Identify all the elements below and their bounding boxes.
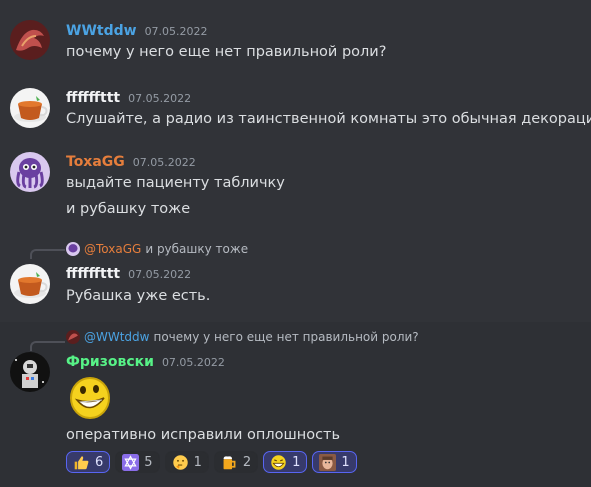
thinking-face-icon bbox=[172, 454, 189, 471]
avatar-wwtddw[interactable] bbox=[10, 20, 50, 60]
message-text: Слушайте, а радио из таинственной комнат… bbox=[66, 111, 591, 127]
reply-spine bbox=[30, 249, 65, 259]
timestamp: 07.05.2022 bbox=[132, 156, 196, 169]
author-name[interactable]: ffffffttt bbox=[66, 266, 120, 282]
reaction-count: 5 bbox=[144, 454, 153, 470]
reply-spine bbox=[30, 341, 65, 351]
reply-text: и рубашку тоже bbox=[145, 242, 249, 256]
message-text: почему у него еще нет правильной роли? bbox=[66, 44, 387, 60]
message-text: Рубашка уже есть. bbox=[66, 288, 211, 304]
reaction-count: 2 bbox=[242, 454, 252, 470]
laughing-face-icon bbox=[270, 454, 287, 471]
reply-mention[interactable]: @WWtddw bbox=[84, 330, 149, 344]
message-text: выдайте пациенту табличку bbox=[66, 175, 285, 191]
avatar-toxagg[interactable] bbox=[10, 152, 50, 192]
reply-reference[interactable]: @ToxaGG и рубашку тоже bbox=[66, 242, 248, 256]
reaction-laughing[interactable]: 1 bbox=[263, 451, 308, 473]
star-of-david-icon bbox=[122, 453, 140, 471]
mini-avatar-wwtddw bbox=[66, 330, 80, 344]
message-text: оперативно исправили оплошность bbox=[66, 427, 341, 443]
reactions-bar: 6 5 1 2 1 1 bbox=[66, 451, 357, 473]
message-text: и рубашку тоже bbox=[66, 201, 191, 217]
reply-reference[interactable]: @WWtddw почему у него еще нет правильной… bbox=[66, 330, 419, 344]
timestamp: 07.05.2022 bbox=[128, 268, 192, 281]
mini-avatar-toxagg bbox=[66, 242, 80, 256]
timestamp: 07.05.2022 bbox=[128, 92, 192, 105]
timestamp: 07.05.2022 bbox=[144, 25, 208, 38]
avatar-ffffffttt[interactable] bbox=[10, 264, 50, 304]
reply-text: почему у него еще нет правильной роли? bbox=[153, 330, 419, 344]
reaction-thinking[interactable]: 1 bbox=[164, 451, 209, 473]
reply-mention[interactable]: @ToxaGG bbox=[84, 242, 141, 256]
timestamp: 07.05.2022 bbox=[161, 356, 225, 369]
reaction-star-of-david[interactable]: 5 bbox=[115, 451, 160, 473]
beer-mug-icon bbox=[221, 454, 238, 471]
reaction-thumbs-up[interactable]: 6 bbox=[66, 451, 111, 473]
thumbs-up-icon bbox=[73, 454, 90, 471]
avatar-frizovski[interactable] bbox=[10, 352, 50, 392]
reaction-count: 1 bbox=[341, 454, 350, 470]
avatar-ffffffttt[interactable] bbox=[10, 88, 50, 128]
reaction-count: 1 bbox=[292, 454, 301, 470]
custom-face-emoji-icon bbox=[319, 453, 337, 471]
reaction-count: 6 bbox=[95, 454, 104, 470]
reaction-count: 1 bbox=[193, 454, 202, 470]
big-grin-emoji bbox=[68, 374, 112, 420]
reaction-beer[interactable]: 2 bbox=[213, 451, 259, 473]
author-name[interactable]: ffffffttt bbox=[66, 90, 120, 106]
reaction-custom-face[interactable]: 1 bbox=[312, 451, 357, 473]
author-name[interactable]: ToxaGG bbox=[66, 154, 125, 170]
author-name[interactable]: Фризовски bbox=[66, 354, 154, 370]
grinning-face-icon bbox=[70, 377, 110, 419]
author-name[interactable]: WWtddw bbox=[66, 23, 137, 39]
